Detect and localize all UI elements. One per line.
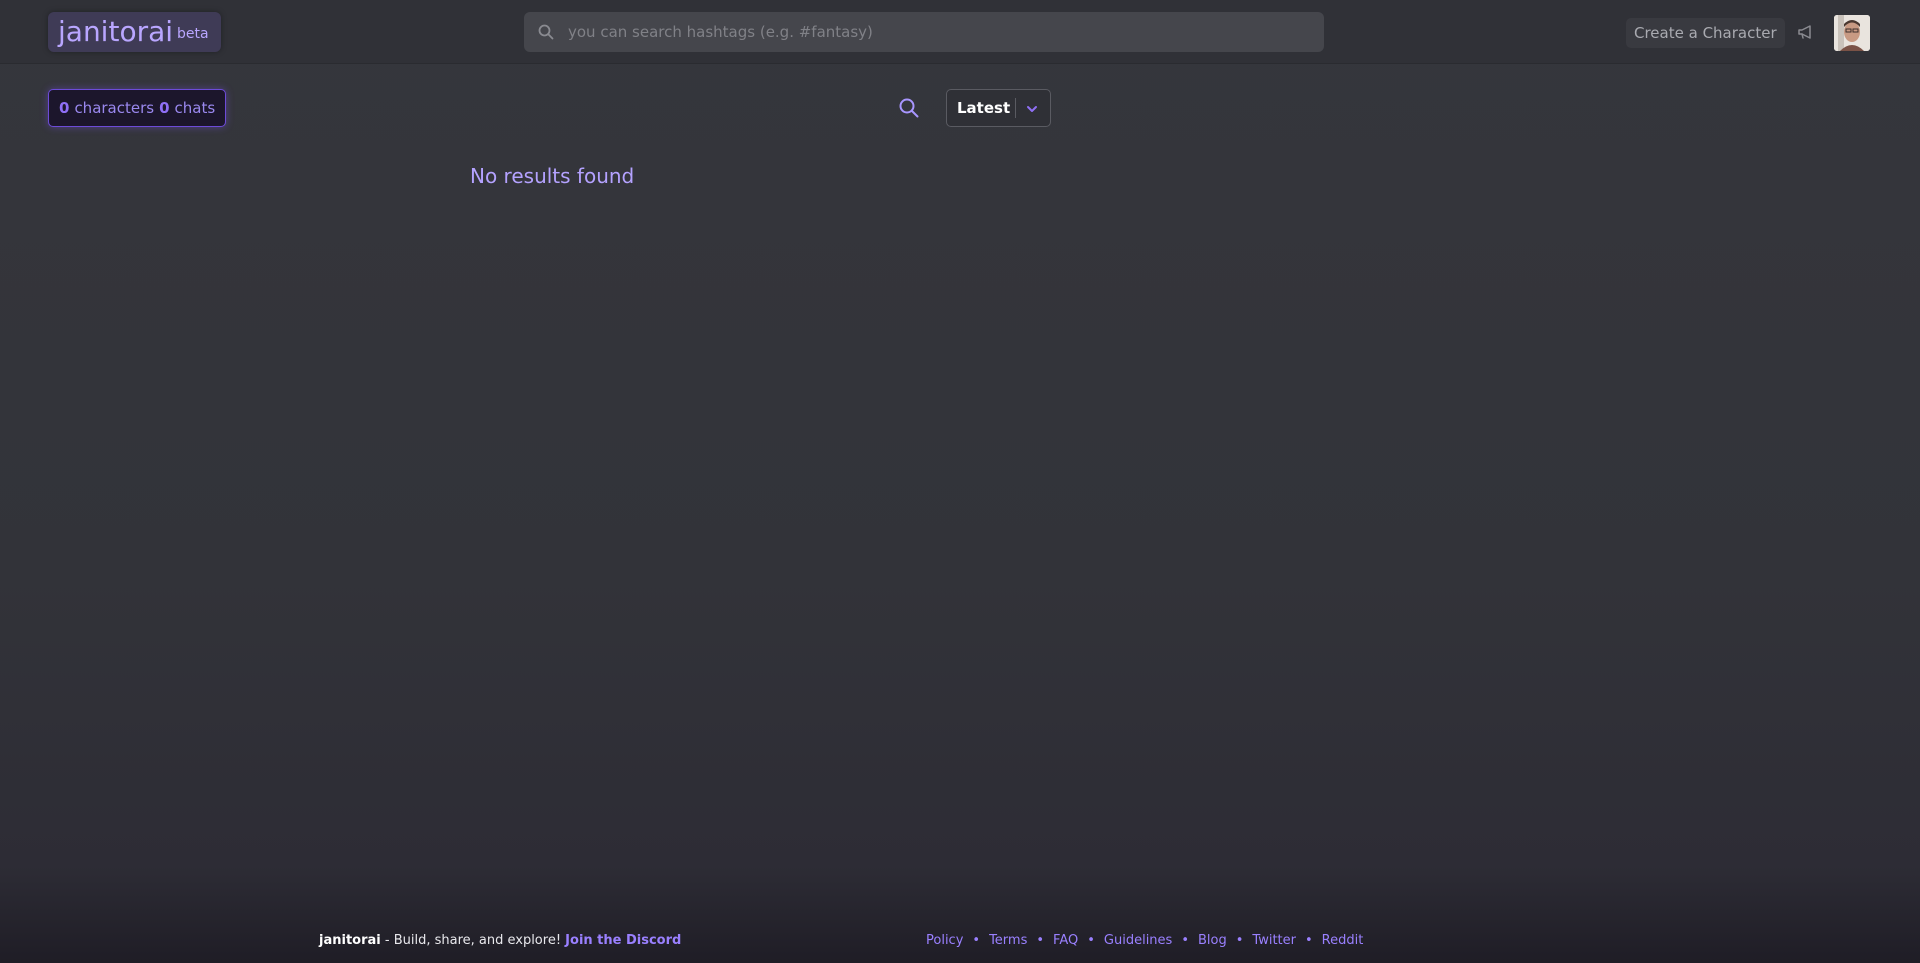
footer-left: janitorai - Build, share, and explore! J… xyxy=(319,933,681,948)
footer-links: Policy • Terms • FAQ • Guidelines • Blog… xyxy=(926,933,1363,948)
join-discord-link[interactable]: Join the Discord xyxy=(565,933,681,948)
footer-separator: • xyxy=(1181,933,1189,948)
search-toggle-icon[interactable] xyxy=(898,97,920,119)
app-root: janitorai beta Create a Character xyxy=(0,0,1920,963)
sort-select[interactable]: Latest xyxy=(946,89,1051,127)
top-header: janitorai beta Create a Character xyxy=(0,0,1920,64)
search-input[interactable] xyxy=(566,22,1324,42)
characters-label: characters xyxy=(74,99,155,117)
footer-separator: • xyxy=(1036,933,1045,948)
avatar[interactable] xyxy=(1834,15,1870,51)
stats-badge: 0 characters 0 chats xyxy=(48,89,227,127)
logo[interactable]: janitorai beta xyxy=(48,12,221,52)
chevron-down-icon xyxy=(1025,101,1039,115)
footer-separator: • xyxy=(1305,933,1313,948)
footer-tagline: - Build, share, and explore! xyxy=(380,933,566,948)
footer-brand: janitorai xyxy=(319,933,381,948)
chats-count: 0 xyxy=(159,99,170,117)
footer-separator: • xyxy=(1087,933,1095,948)
footer-link-policy[interactable]: Policy xyxy=(926,933,963,948)
sort-value: Latest xyxy=(957,99,1011,117)
footer-link-guidelines[interactable]: Guidelines xyxy=(1104,933,1172,948)
beta-badge: beta xyxy=(177,26,209,42)
footer: janitorai - Build, share, and explore! J… xyxy=(0,912,1920,963)
create-character-label: Create a Character xyxy=(1634,24,1777,42)
logo-text: janitorai xyxy=(58,15,174,48)
characters-count: 0 xyxy=(59,99,70,117)
footer-link-terms[interactable]: Terms xyxy=(989,933,1027,948)
footer-link-reddit[interactable]: Reddit xyxy=(1322,933,1364,948)
footer-link-faq[interactable]: FAQ xyxy=(1053,933,1078,948)
chats-label: chats xyxy=(174,99,216,117)
search-bar[interactable] xyxy=(524,12,1324,52)
footer-separator: • xyxy=(972,933,981,948)
footer-separator: • xyxy=(1235,933,1244,948)
search-icon xyxy=(538,24,554,40)
footer-link-twitter[interactable]: Twitter xyxy=(1252,933,1296,948)
sort-separator xyxy=(1015,98,1016,118)
create-character-button[interactable]: Create a Character xyxy=(1626,18,1785,48)
megaphone-icon[interactable] xyxy=(1796,22,1816,42)
footer-link-blog[interactable]: Blog xyxy=(1198,933,1227,948)
no-results-message: No results found xyxy=(470,164,635,188)
